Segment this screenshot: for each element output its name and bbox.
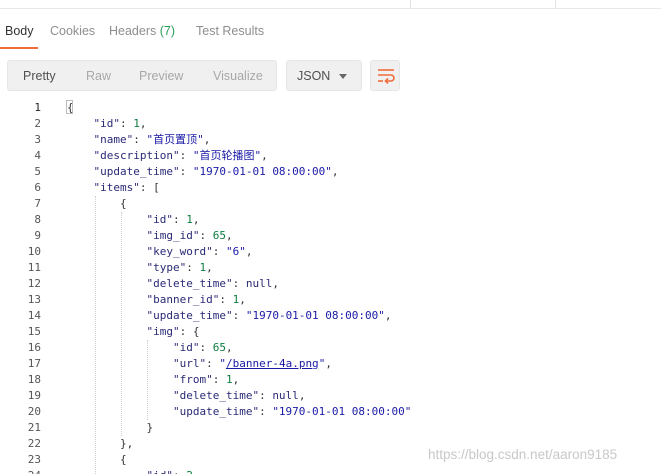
code-line: 16 "id": 65, xyxy=(0,340,661,356)
indent-guide xyxy=(95,196,96,474)
code-text: "description": "首页轮播图", xyxy=(93,149,268,162)
code-text: "from": 1, xyxy=(172,373,240,386)
code-line: 10 "key_word": "6", xyxy=(0,244,661,260)
code-line: 2 "id": 1, xyxy=(0,116,661,132)
top-strip xyxy=(0,0,661,9)
response-toolbar: Pretty Raw Preview Visualize JSON xyxy=(0,60,661,92)
code-text: "id": 1, xyxy=(93,117,147,130)
code-line: 5 "update_time": "1970-01-01 08:00:00", xyxy=(0,164,661,180)
code-text: "type": 1, xyxy=(146,261,213,274)
response-body-editor[interactable]: 1{2 "id": 1, 3 "name": "首页置顶", 4 "descript… xyxy=(0,99,661,474)
code-line: 12 "delete_time": null, xyxy=(0,276,661,292)
line-number: 17 xyxy=(27,357,41,370)
line-number: 2 xyxy=(34,117,41,130)
line-number: 13 xyxy=(27,293,41,306)
tab-test-results[interactable]: Test Results xyxy=(196,24,264,38)
format-pretty-button[interactable]: Pretty xyxy=(23,69,56,83)
line-number: 21 xyxy=(27,421,41,434)
divider xyxy=(555,0,556,8)
code-line: 6 "items": [ xyxy=(0,180,661,196)
language-select-value: JSON xyxy=(297,69,331,83)
code-text: "update_time": "1970-01-01 08:00:00" xyxy=(172,405,412,418)
line-number: 8 xyxy=(34,213,41,226)
code-line: 13 "banner_id": 1, xyxy=(0,292,661,308)
wrap-lines-button[interactable] xyxy=(370,60,400,91)
code-text: { xyxy=(67,197,127,210)
line-number: 6 xyxy=(34,181,41,194)
language-select[interactable]: JSON xyxy=(286,60,362,91)
code-line: 15 "img": { xyxy=(0,324,661,340)
code-text: { xyxy=(67,453,127,466)
line-number: 23 xyxy=(27,453,41,466)
code-line: 17 "url": "/banner-4a.png", xyxy=(0,356,661,372)
format-visualize-button[interactable]: Visualize xyxy=(213,69,263,83)
wrap-lines-icon xyxy=(378,69,395,84)
code-text: } xyxy=(67,421,154,434)
code-line: 4 "description": "首页轮播图", xyxy=(0,148,661,164)
code-text: "id": 2, xyxy=(67,468,199,474)
line-number: 16 xyxy=(27,341,41,354)
code-text: "items": [ xyxy=(93,181,160,194)
code-text: }, xyxy=(67,437,134,450)
line-number: 15 xyxy=(27,325,41,338)
code-text: "img_id": 65, xyxy=(146,229,233,242)
watermark: https://blog.csdn.net/aaron9185 xyxy=(428,447,618,462)
code-line: 3 "name": "首页置顶", xyxy=(0,132,661,148)
line-number: 9 xyxy=(34,229,41,242)
code-line: 9 "img_id": 65, xyxy=(0,228,661,244)
code-text: "name": "首页置顶", xyxy=(93,133,211,146)
code-line: 20 "update_time": "1970-01-01 08:00:00" xyxy=(0,404,661,420)
tab-headers[interactable]: Headers (7) xyxy=(109,24,175,38)
line-number: 14 xyxy=(27,309,41,322)
code-text: "banner_id": 1, xyxy=(146,293,246,306)
line-number: 1 xyxy=(34,101,41,114)
line-number: 22 xyxy=(27,437,41,450)
code-text: "id": 1, xyxy=(146,213,200,226)
code-text: "delete_time": null, xyxy=(172,389,306,402)
code-text: "update_time": "1970-01-01 08:00:00", xyxy=(146,309,392,322)
tab-headers-label: Headers xyxy=(109,24,157,38)
code-line: 8 "id": 1, xyxy=(0,212,661,228)
code-text: "update_time": "1970-01-01 08:00:00", xyxy=(93,165,339,178)
line-number: 24 xyxy=(0,468,41,474)
line-number: 20 xyxy=(27,405,41,418)
code-line: 11 "type": 1, xyxy=(0,260,661,276)
line-number: 19 xyxy=(27,389,41,402)
code-line: 19 "delete_time": null, xyxy=(0,388,661,404)
code-text: "id": 65, xyxy=(172,341,233,354)
indent-guide xyxy=(121,212,122,436)
indent-guide xyxy=(147,340,148,420)
code-line: 14 "update_time": "1970-01-01 08:00:00", xyxy=(0,308,661,324)
bracket-match-highlight xyxy=(66,100,73,114)
code-text: "url": "/banner-4a.png", xyxy=(172,357,332,370)
line-number: 5 xyxy=(34,165,41,178)
code-line: 24 "id": 2, xyxy=(0,468,661,474)
format-preview-button[interactable]: Preview xyxy=(139,69,183,83)
code-line: 7 { xyxy=(0,196,661,212)
chevron-down-icon xyxy=(339,74,347,79)
line-number: 11 xyxy=(27,261,41,274)
line-number: 18 xyxy=(27,373,41,386)
headers-count-badge: (7) xyxy=(159,24,176,38)
line-number: 4 xyxy=(34,149,41,162)
format-toggle-group: Pretty Raw Preview Visualize xyxy=(7,60,277,91)
code-line: 21 } xyxy=(0,420,661,436)
tab-body[interactable]: Body xyxy=(5,24,34,38)
code-text: "img": { xyxy=(146,325,200,338)
line-number: 3 xyxy=(34,133,41,146)
line-number: 12 xyxy=(27,277,41,290)
code-line: 1{ xyxy=(0,100,661,116)
format-raw-button[interactable]: Raw xyxy=(86,69,111,83)
divider xyxy=(410,0,411,8)
line-number: 10 xyxy=(27,245,41,258)
active-tab-indicator xyxy=(0,47,38,49)
tab-cookies[interactable]: Cookies xyxy=(50,24,95,38)
code-text: "delete_time": null, xyxy=(146,277,279,290)
line-number: 7 xyxy=(34,197,41,210)
response-tabs: Body Cookies Headers (7) Test Results xyxy=(0,20,661,49)
code-line: 18 "from": 1, xyxy=(0,372,661,388)
